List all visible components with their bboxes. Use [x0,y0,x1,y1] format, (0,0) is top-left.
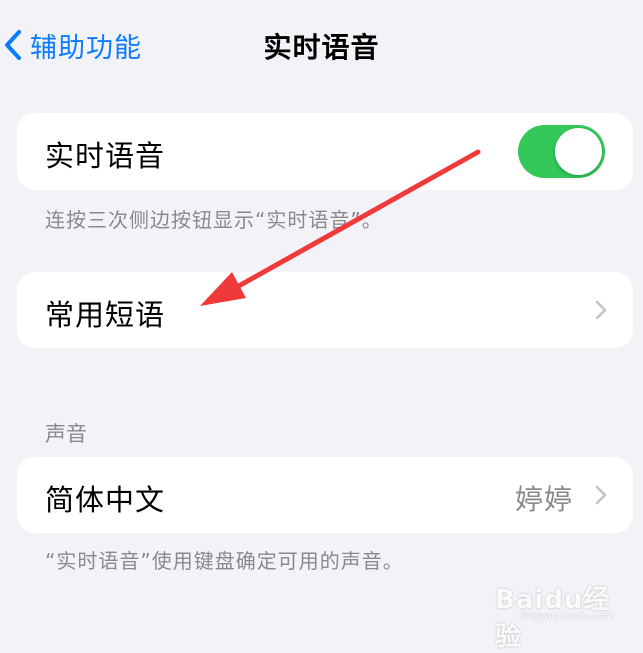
voices-section-header: 声音 [45,422,87,446]
toggle-knob [555,128,602,175]
language-label: 简体中文 [45,483,166,517]
language-voice-row[interactable]: 简体中文 婷婷 [17,457,633,533]
favorite-phrases-row[interactable]: 常用短语 [17,272,633,348]
page-title: 实时语音 [263,31,380,64]
voices-footnote: “实时语音”使用键盘确定可用的声音。 [45,549,404,573]
watermark-subtext: jingyan.baidu.com [521,611,614,622]
baidu-watermark: Baidu经验 jingyan.baidu.com [495,577,623,652]
navigation-bar: 辅助功能 实时语音 [0,0,643,90]
chevron-right-icon [595,485,607,509]
live-speech-label: 实时语音 [45,139,166,173]
voice-value: 婷婷 [514,483,573,516]
live-speech-toggle[interactable] [518,125,605,178]
live-speech-row: 实时语音 [17,113,633,190]
live-speech-footnote: 连按三次侧边按钮显示“实时语音”。 [45,208,383,232]
favorite-phrases-label: 常用短语 [45,298,166,332]
chevron-right-icon [595,300,607,324]
